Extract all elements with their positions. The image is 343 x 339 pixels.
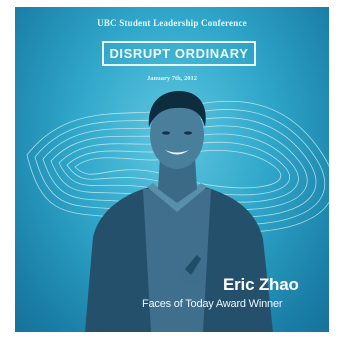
award-title: Faces of Today Award Winner [142,298,283,310]
poster-image: UBC Student Leadership Conference DISRUP… [15,7,329,332]
winner-name: Eric Zhao [223,275,299,294]
